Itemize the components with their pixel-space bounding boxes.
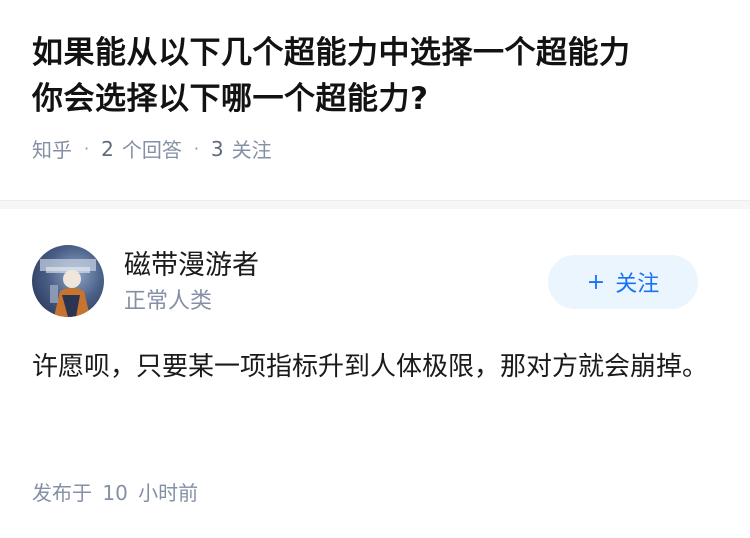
time-value: 10 bbox=[102, 481, 128, 505]
time-suffix: 小时前 bbox=[138, 481, 199, 505]
answer-count: 2 bbox=[101, 136, 114, 161]
time-prefix: 发布于 bbox=[32, 481, 92, 505]
follow-button-label: 关注 bbox=[615, 272, 660, 297]
answer-content: 许愿呗，只要某一项指标升到人体极限，那对方就会崩掉。 bbox=[32, 352, 709, 382]
plus-icon: + bbox=[586, 269, 606, 295]
source-label[interactable]: 知乎 bbox=[32, 134, 72, 163]
author-row: 磁带漫游者 正常人类 + 关注 bbox=[32, 243, 718, 317]
follow-count-label: 关注 bbox=[231, 138, 272, 162]
answer-timestamp: 发布于 10 小时前 bbox=[32, 477, 198, 506]
follow-button[interactable]: + 关注 bbox=[548, 255, 698, 309]
question-title-line2: 你会选择以下哪一个超能力? bbox=[32, 81, 429, 117]
avatar-image bbox=[40, 259, 96, 317]
separator-dot: · bbox=[193, 139, 199, 158]
question-header: 如果能从以下几个超能力中选择一个超能力 你会选择以下哪一个超能力? 知乎 · 2… bbox=[0, 0, 750, 170]
question-title[interactable]: 如果能从以下几个超能力中选择一个超能力 你会选择以下哪一个超能力? bbox=[32, 30, 718, 122]
follow-count: 3 bbox=[210, 136, 224, 161]
author-bio: 正常人类 bbox=[124, 289, 213, 314]
question-title-line1: 如果能从以下几个超能力中选择一个超能力 bbox=[32, 35, 631, 71]
section-divider bbox=[0, 200, 750, 209]
author-name[interactable]: 磁带漫游者 bbox=[124, 243, 259, 282]
separator-dot: · bbox=[84, 139, 90, 158]
question-meta: 知乎 · 2 个回答 · 3 关注 bbox=[32, 134, 718, 163]
answer-count-label[interactable]: 个回答 bbox=[122, 134, 182, 163]
avatar[interactable] bbox=[32, 245, 104, 317]
